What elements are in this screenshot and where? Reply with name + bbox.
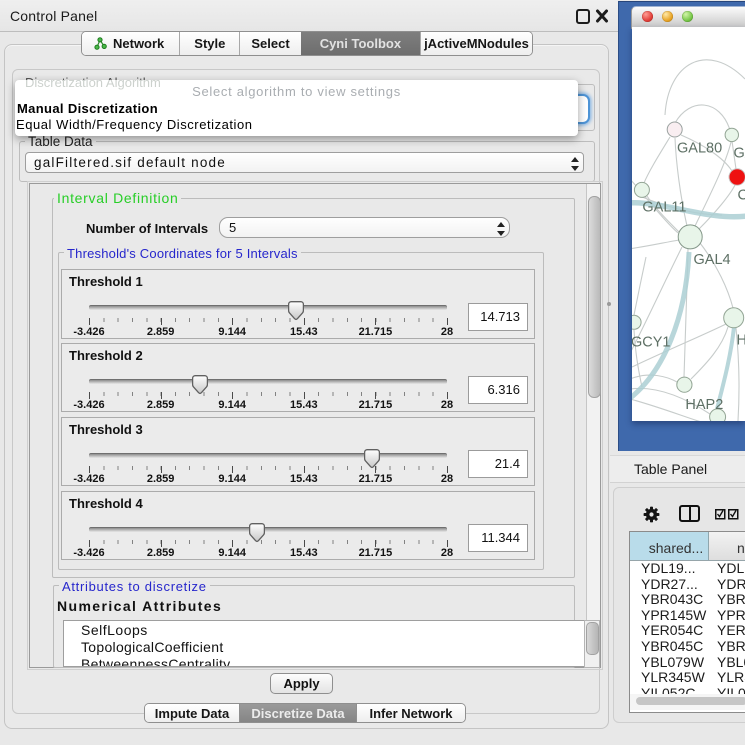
svg-text:GA: GA — [734, 146, 745, 162]
svg-text:GAL11: GAL11 — [642, 199, 686, 215]
svg-text:CY: CY — [738, 187, 745, 203]
svg-text:GCY1: GCY1 — [632, 334, 671, 350]
svg-text:GAL80: GAL80 — [677, 140, 722, 156]
svg-text:H: H — [737, 332, 745, 348]
svg-text:GAL4: GAL4 — [694, 252, 731, 268]
svg-text:HAP2: HAP2 — [685, 397, 723, 413]
